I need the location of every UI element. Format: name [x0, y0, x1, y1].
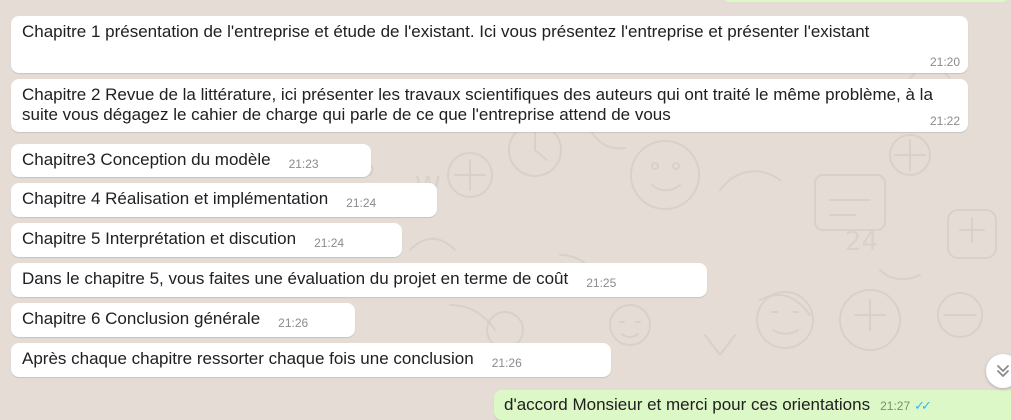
message-text: Après chaque chapitre ressorter chaque f… — [22, 349, 474, 368]
message-bubble[interactable]: Dans le chapitre 5, vous faites une éval… — [11, 263, 707, 297]
message-time: 21:25 — [586, 276, 617, 290]
message-time: 21:20 — [929, 55, 960, 69]
outgoing-message-bubble[interactable]: d'accord Monsieur et merci pour ces orie… — [494, 390, 1011, 420]
message-text: Dans le chapitre 5, vous faites une éval… — [22, 269, 569, 288]
message-bubble[interactable]: Chapitre 4 Réalisation et implémentation… — [11, 183, 437, 217]
message-text: Chapitre 1 présentation de l'entreprise … — [22, 22, 870, 41]
double-check-icon: ✓✓ — [914, 398, 932, 413]
message-time: 21:23 — [288, 157, 319, 171]
message-bubble[interactable]: Chapitre 2 Revue de la littérature, ici … — [11, 79, 968, 132]
message-time: 21:24 — [314, 236, 345, 250]
outgoing-message-text: d'accord Monsieur et merci pour ces orie… — [504, 395, 871, 414]
previous-outgoing-bubble-edge — [720, 0, 1011, 2]
message-text: Chapitre 5 Interprétation et discution — [22, 229, 297, 248]
message-text: Chapitre 4 Réalisation et implémentation — [22, 189, 329, 208]
outgoing-message-time: 21:27 — [880, 399, 911, 413]
double-chevron-down-icon — [997, 365, 1009, 377]
svg-text:24: 24 — [845, 227, 878, 257]
message-time: 21:26 — [278, 316, 309, 330]
message-text: Chapitre3 Conception du modèle — [22, 150, 271, 169]
message-bubble[interactable]: Chapitre 5 Interprétation et discution 21… — [11, 223, 402, 257]
message-bubble[interactable]: Chapitre 6 Conclusion générale 21:26 — [11, 303, 355, 337]
message-bubble[interactable]: Après chaque chapitre ressorter chaque f… — [11, 343, 611, 377]
message-time: 21:24 — [346, 196, 377, 210]
message-bubble[interactable]: Chapitre 1 présentation de l'entreprise … — [11, 16, 968, 73]
message-time: 21:26 — [491, 356, 522, 370]
message-text: Chapitre 2 Revue de la littérature, ici … — [22, 85, 933, 124]
message-bubble[interactable]: Chapitre3 Conception du modèle 21:23 — [11, 144, 371, 177]
message-text: Chapitre 6 Conclusion générale — [22, 309, 261, 328]
message-time: 21:22 — [929, 114, 960, 128]
